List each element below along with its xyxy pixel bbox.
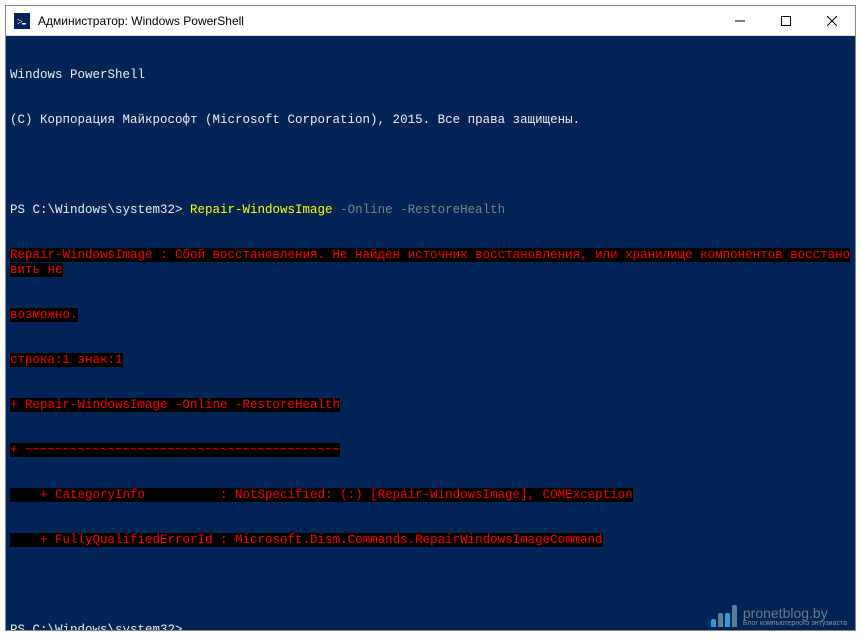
blank-line — [10, 158, 851, 173]
prompt-prefix: PS C:\Windows\system32> — [10, 203, 190, 217]
titlebar[interactable]: > Администратор: Windows PowerShell — [6, 6, 855, 36]
watermark: pronetblog.by Блог компьютерного энтузиа… — [711, 605, 847, 627]
watermark-logo — [711, 605, 737, 627]
maximize-button[interactable] — [763, 6, 809, 35]
banner-line: Windows PowerShell — [10, 68, 851, 83]
minimize-icon — [735, 16, 745, 26]
prompt-prefix: PS C:\Windows\system32> — [10, 623, 190, 630]
error-line: Repair-WindowsImage : Сбой восстановлени… — [10, 248, 851, 278]
error-location: строка:1 знак:1 — [10, 353, 851, 368]
minimize-button[interactable] — [717, 6, 763, 35]
terminal-content[interactable]: Windows PowerShell (C) Корпорация Майкро… — [6, 36, 855, 630]
command-name: Repair-WindowsImage — [190, 203, 333, 217]
error-underline: + ~~~~~~~~~~~~~~~~~~~~~~~~~~~~~~~~~~~~~~… — [10, 443, 851, 458]
copyright-line: (C) Корпорация Майкрософт (Microsoft Cor… — [10, 113, 851, 128]
error-category: + CategoryInfo : NotSpecified: (:) [Repa… — [10, 488, 851, 503]
error-line: возможно. — [10, 308, 851, 323]
close-icon — [827, 16, 837, 26]
watermark-subtitle: Блог компьютерного энтузиаста — [743, 620, 847, 627]
command-line: PS C:\Windows\system32> Repair-WindowsIm… — [10, 203, 851, 218]
close-button[interactable] — [809, 6, 855, 35]
error-id: + FullyQualifiedErrorId : Microsoft.Dism… — [10, 533, 851, 548]
svg-text:>: > — [17, 17, 23, 27]
error-command-echo: + Repair-WindowsImage -Online -RestoreHe… — [10, 398, 851, 413]
window-title: Администратор: Windows PowerShell — [38, 14, 717, 28]
powershell-icon: > — [14, 13, 30, 29]
command-args: -Online -RestoreHealth — [333, 203, 506, 217]
maximize-icon — [781, 16, 791, 26]
watermark-text: pronetblog.by — [743, 606, 847, 620]
blank-line — [10, 578, 851, 593]
window-controls — [717, 6, 855, 35]
powershell-window: > Администратор: Windows PowerShell Wind… — [5, 5, 856, 631]
